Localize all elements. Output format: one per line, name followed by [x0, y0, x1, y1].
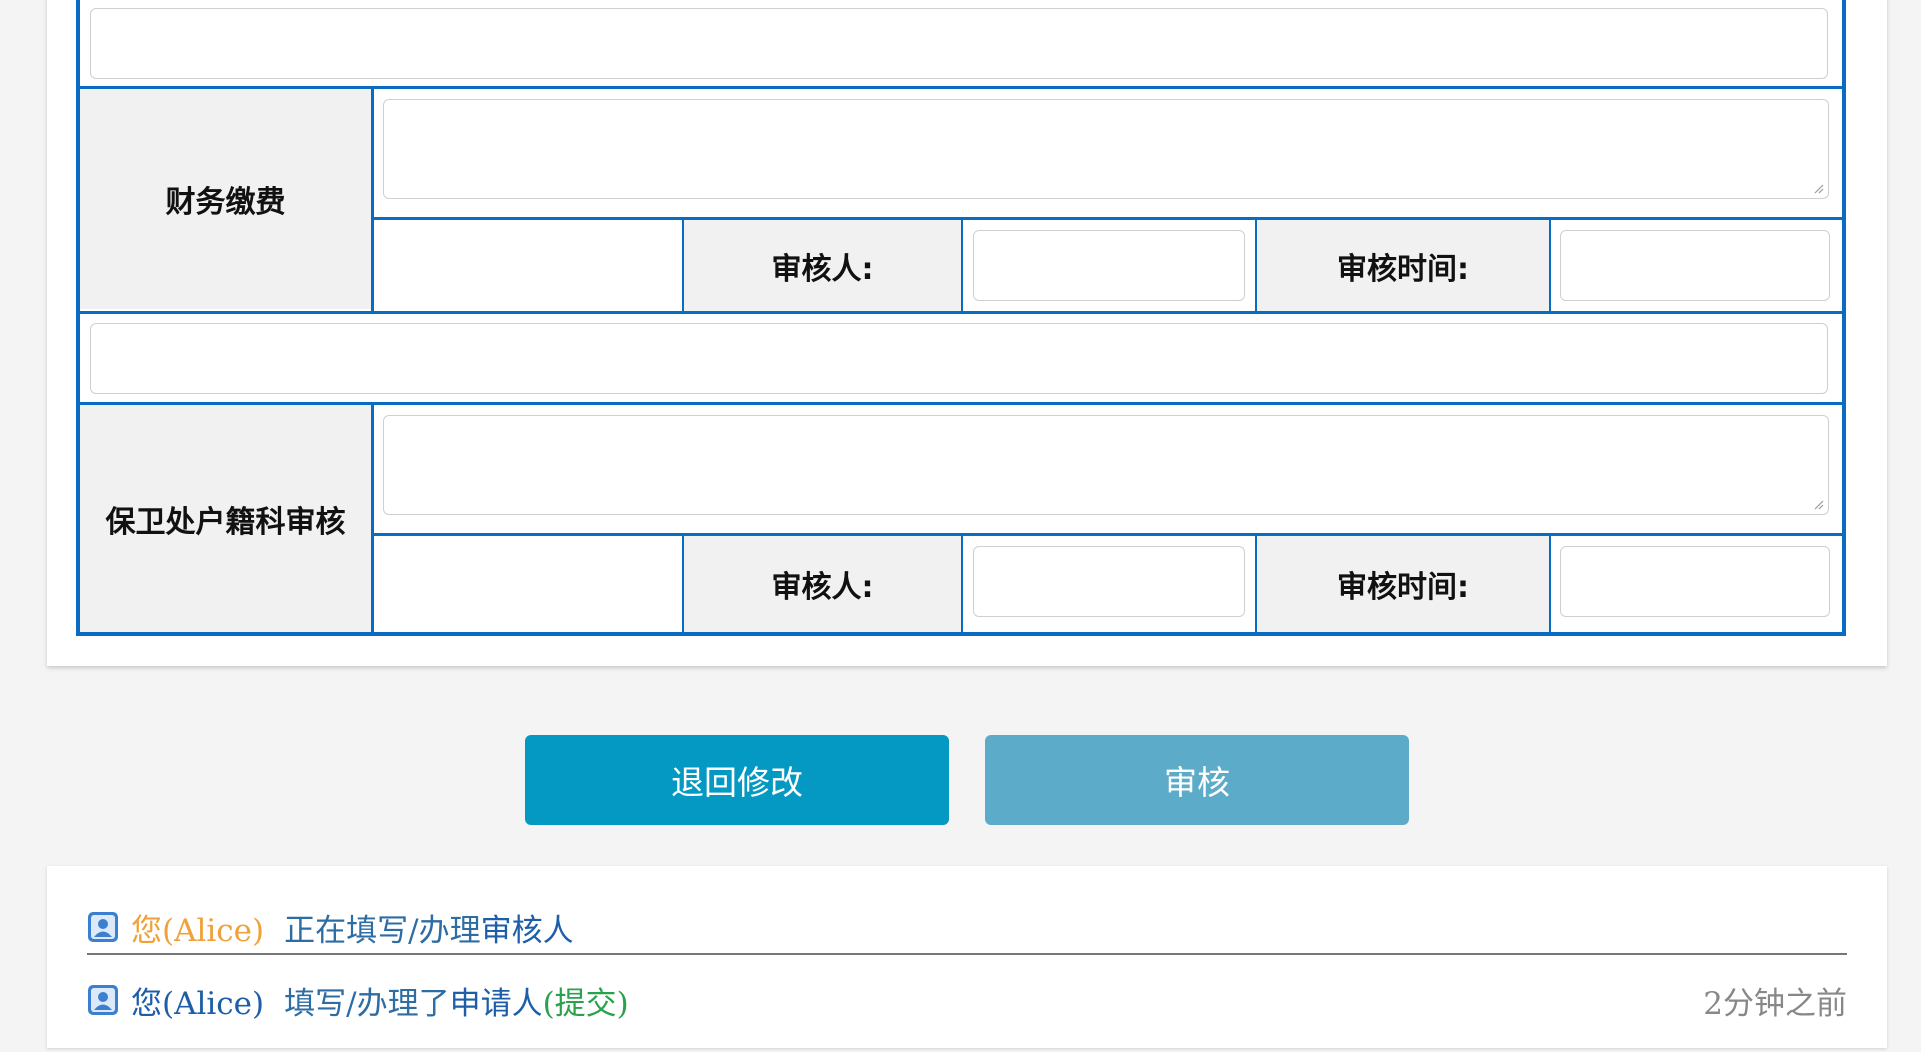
- log-submit-tag: (提交): [542, 985, 629, 1022]
- return-for-revision-button[interactable]: 退回修改: [525, 735, 949, 825]
- resize-grip-icon[interactable]: [1812, 498, 1824, 510]
- resize-grip-icon[interactable]: [1812, 182, 1824, 194]
- log-user: 您(Alice): [131, 985, 265, 1022]
- security-signature-cell: [374, 536, 682, 632]
- finance-review-time-input[interactable]: [1560, 230, 1830, 301]
- security-reviewer-input[interactable]: [973, 546, 1245, 617]
- finance-reviewer-label-cell: 审核人:: [684, 220, 961, 311]
- security-reviewer-label-cell: 审核人:: [684, 536, 961, 632]
- activity-log: 您(Alice) 正在填写/办理 审核人 您(Alice) 填写/办理了 申请人…: [47, 866, 1887, 1048]
- finance-review-time-label-cell: 审核时间:: [1257, 220, 1549, 311]
- top-comment-input[interactable]: [90, 8, 1828, 79]
- finance-reviewer-label: 审核人:: [771, 251, 874, 287]
- log-action: 正在填写/办理: [284, 912, 481, 949]
- user-icon: [88, 912, 118, 942]
- security-review-time-label: 审核时间:: [1337, 570, 1469, 605]
- security-reviewer-label: 审核人:: [771, 570, 874, 605]
- user-icon: [88, 985, 118, 1015]
- security-review-time-label-cell: 审核时间:: [1257, 536, 1549, 632]
- log-divider: [87, 953, 1847, 955]
- log-target: 申请人: [449, 985, 543, 1022]
- log-timestamp: 2分钟之前: [1703, 985, 1847, 1022]
- finance-signature-cell: [374, 220, 682, 311]
- approval-form-table: 财务缴费 审核人: 审核时间: 保卫处户籍科审核 审核人: 审核时间:: [76, 0, 1846, 636]
- log-entry: 您(Alice) 正在填写/办理 审核人: [87, 902, 1847, 952]
- finance-opinion-textarea[interactable]: [383, 99, 1829, 199]
- security-review-time-input[interactable]: [1560, 546, 1830, 617]
- log-target: 审核人: [480, 912, 574, 949]
- finance-reviewer-input[interactable]: [973, 230, 1245, 301]
- audit-button[interactable]: 审核: [985, 735, 1409, 825]
- finance-section-label-cell: 财务缴费: [80, 89, 371, 309]
- finance-review-time-label: 审核时间:: [1337, 251, 1469, 287]
- log-entry: 您(Alice) 填写/办理了 申请人 (提交) 2分钟之前: [87, 975, 1847, 1025]
- audit-button-label: 审核: [1164, 763, 1230, 802]
- log-action: 填写/办理了: [284, 985, 450, 1022]
- return-button-label: 退回修改: [671, 763, 803, 802]
- middle-comment-input[interactable]: [90, 323, 1828, 394]
- security-section-label: 保卫处户籍科审核: [105, 504, 346, 540]
- finance-section-label: 财务缴费: [165, 185, 286, 220]
- security-section-label-cell: 保卫处户籍科审核: [80, 405, 371, 632]
- security-opinion-textarea[interactable]: [383, 415, 1829, 515]
- log-user: 您(Alice): [131, 912, 265, 949]
